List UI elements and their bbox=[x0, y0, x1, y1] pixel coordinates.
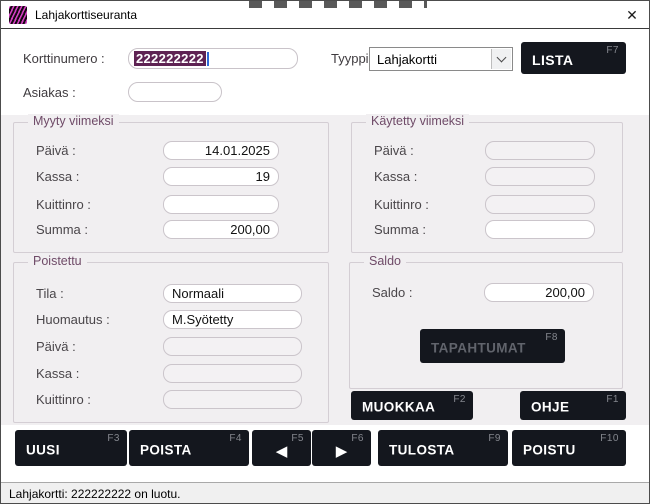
status-bar: Lahjakortti: 222222222 on luotu. bbox=[1, 482, 649, 504]
tila-field[interactable]: Normaali bbox=[163, 284, 302, 303]
paiva-label: Päivä : bbox=[374, 141, 414, 160]
asiakas-label: Asiakas : bbox=[23, 82, 76, 103]
kuittinro-label: Kuittinro : bbox=[36, 390, 91, 409]
muokkaa-button[interactable]: MUOKKAA F2 bbox=[351, 391, 473, 420]
asiakas-input[interactable] bbox=[128, 82, 222, 102]
close-icon[interactable]: ✕ bbox=[621, 5, 643, 25]
kaytetty-kuittinro-field[interactable] bbox=[485, 195, 595, 214]
tapahtumat-button[interactable]: TAPAHTUMAT F8 bbox=[420, 329, 565, 363]
group-myyty-viimeksi: Myyty viimeksi Päivä : 14.01.2025 Kassa … bbox=[13, 122, 329, 253]
ohje-button[interactable]: OHJE F1 bbox=[520, 391, 626, 420]
summa-label: Summa : bbox=[36, 220, 88, 239]
myyty-paiva-field[interactable]: 14.01.2025 bbox=[163, 141, 279, 160]
header-panel: Korttinumero : 222222222 Tyyppi : Lahjak… bbox=[1, 30, 649, 115]
group-saldo: Saldo Saldo : 200,00 TAPAHTUMAT F8 bbox=[349, 262, 623, 389]
tulosta-fkey: F9 bbox=[488, 433, 501, 444]
poista-fkey: F4 bbox=[229, 433, 242, 444]
group-title: Saldo bbox=[364, 254, 406, 268]
selected-text: 222222222 bbox=[134, 51, 206, 66]
tapahtumat-fkey: F8 bbox=[545, 332, 558, 343]
kassa-label: Kassa : bbox=[374, 167, 417, 186]
saldo-field[interactable]: 200,00 bbox=[484, 283, 594, 302]
tulosta-button[interactable]: TULOSTA F9 bbox=[378, 430, 508, 466]
kaytetty-kassa-field[interactable] bbox=[485, 167, 595, 186]
ohje-fkey: F1 bbox=[606, 394, 619, 405]
next-button[interactable]: ▶ F6 bbox=[312, 430, 371, 466]
korttinumero-label: Korttinumero : bbox=[23, 48, 105, 69]
kaytetty-paiva-field[interactable] bbox=[485, 141, 595, 160]
poistu-button[interactable]: POISTU F10 bbox=[512, 430, 626, 466]
muokkaa-fkey: F2 bbox=[453, 394, 466, 405]
uusi-button[interactable]: UUSI F3 bbox=[15, 430, 127, 466]
tila-label: Tila : bbox=[36, 284, 64, 303]
group-title: Myyty viimeksi bbox=[28, 114, 119, 128]
text-caret bbox=[207, 52, 209, 66]
previous-fkey: F5 bbox=[291, 433, 304, 444]
group-title: Poistettu bbox=[28, 254, 87, 268]
paiva-label: Päivä : bbox=[36, 141, 76, 160]
tyyppi-select[interactable]: Lahjakortti bbox=[369, 47, 513, 71]
tyyppi-selected-value: Lahjakortti bbox=[377, 52, 437, 67]
previous-button[interactable]: ◀ F5 bbox=[252, 430, 311, 466]
kuittinro-label: Kuittinro : bbox=[36, 195, 91, 214]
lista-button[interactable]: LISTA F7 bbox=[521, 42, 626, 74]
poistettu-paiva-field[interactable] bbox=[163, 337, 302, 356]
myyty-summa-field[interactable]: 200,00 bbox=[163, 220, 279, 239]
huomautus-field[interactable]: M.Syötetty bbox=[163, 310, 302, 329]
title-bar: Lahjakorttiseuranta ✕ bbox=[1, 1, 649, 29]
uusi-fkey: F3 bbox=[107, 433, 120, 444]
window-title: Lahjakorttiseuranta bbox=[35, 8, 137, 22]
myyty-kassa-field[interactable]: 19 bbox=[163, 167, 279, 186]
arrow-left-icon: ◀ bbox=[276, 442, 288, 460]
app-icon bbox=[9, 6, 27, 24]
poistettu-kassa-field[interactable] bbox=[163, 364, 302, 383]
myyty-kuittinro-field[interactable] bbox=[163, 195, 279, 214]
korttinumero-input[interactable]: 222222222 bbox=[128, 48, 298, 69]
chevron-down-icon bbox=[497, 52, 507, 62]
clipped-logo-fragment bbox=[249, 1, 427, 8]
paiva-label: Päivä : bbox=[36, 337, 76, 356]
huomautus-label: Huomautus : bbox=[36, 310, 110, 329]
dropdown-arrow-button[interactable] bbox=[491, 49, 511, 69]
lista-fkey: F7 bbox=[606, 45, 619, 56]
group-kaytetty-viimeksi: Käytetty viimeksi Päivä : Kassa : Kuitti… bbox=[351, 122, 623, 253]
next-fkey: F6 bbox=[351, 433, 364, 444]
summa-label: Summa : bbox=[374, 220, 426, 239]
kaytetty-summa-field[interactable] bbox=[485, 220, 595, 239]
poistu-fkey: F10 bbox=[600, 433, 619, 444]
group-title: Käytetty viimeksi bbox=[366, 114, 469, 128]
poista-button[interactable]: POISTA F4 bbox=[129, 430, 249, 466]
poistettu-kuittinro-field[interactable] bbox=[163, 390, 302, 409]
kuittinro-label: Kuittinro : bbox=[374, 195, 429, 214]
kassa-label: Kassa : bbox=[36, 364, 79, 383]
arrow-right-icon: ▶ bbox=[336, 442, 348, 460]
status-text: Lahjakortti: 222222222 on luotu. bbox=[9, 487, 180, 501]
app-window: Lahjakorttiseuranta ✕ Korttinumero : 222… bbox=[0, 0, 650, 504]
group-poistettu: Poistettu Tila : Normaali Huomautus : M.… bbox=[13, 262, 329, 423]
kassa-label: Kassa : bbox=[36, 167, 79, 186]
saldo-label: Saldo : bbox=[372, 283, 412, 302]
